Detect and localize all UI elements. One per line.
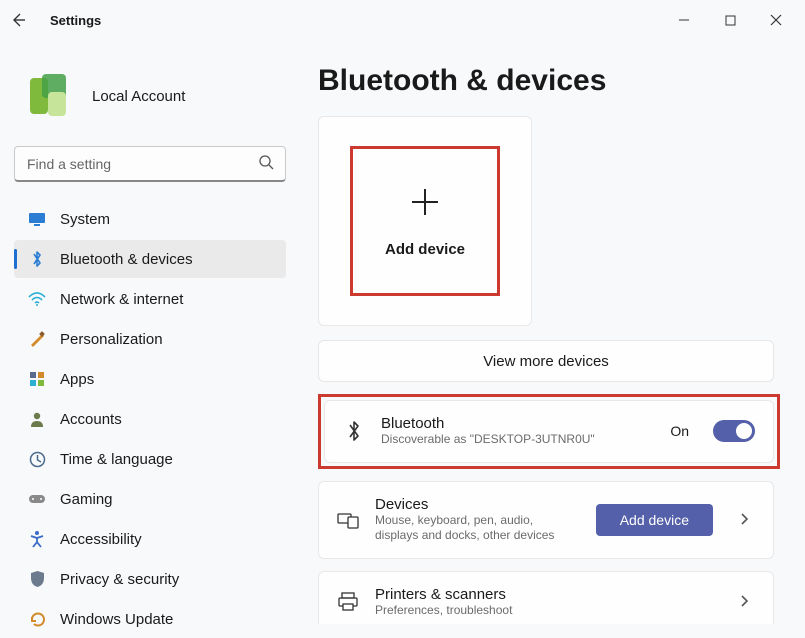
arrow-left-icon (10, 12, 26, 28)
window-title: Settings (50, 13, 101, 28)
bluetooth-subtitle: Discoverable as "DESKTOP-3UTNR0U" (381, 432, 601, 448)
nav-bluetooth-devices[interactable]: Bluetooth & devices (14, 240, 286, 278)
devices-subtitle: Mouse, keyboard, pen, audio, displays an… (375, 513, 580, 544)
nav-label: Network & internet (60, 291, 183, 308)
monitor-icon (28, 210, 46, 228)
add-device-button[interactable]: Add device (350, 146, 500, 296)
apps-icon (28, 370, 46, 388)
plus-icon (408, 185, 442, 227)
minimize-icon (678, 14, 690, 26)
back-button[interactable] (6, 8, 30, 32)
nav-accessibility[interactable]: Accessibility (14, 520, 286, 558)
minimize-button[interactable] (661, 5, 707, 35)
close-button[interactable] (753, 5, 799, 35)
sidebar: Local Account System Bluetooth & devices… (0, 40, 300, 624)
nav-list: System Bluetooth & devices Network & int… (14, 200, 286, 638)
wifi-icon (28, 290, 46, 308)
nav-label: Personalization (60, 331, 163, 348)
bluetooth-state-label: On (670, 423, 689, 439)
chevron-right-icon (739, 594, 755, 610)
paintbrush-icon (28, 330, 46, 348)
update-icon (28, 610, 46, 628)
nav-label: Accessibility (60, 531, 142, 548)
nav-label: Gaming (60, 491, 113, 508)
shield-icon (28, 570, 46, 588)
search-icon (258, 154, 276, 172)
printers-title: Printers & scanners (375, 586, 723, 603)
nav-network[interactable]: Network & internet (14, 280, 286, 318)
person-icon (28, 410, 46, 428)
maximize-button[interactable] (707, 5, 753, 35)
maximize-icon (725, 15, 736, 26)
nav-label: Accounts (60, 411, 122, 428)
printers-subtitle: Preferences, troubleshoot (375, 603, 595, 619)
nav-accounts[interactable]: Accounts (14, 400, 286, 438)
nav-label: Time & language (60, 451, 173, 468)
nav-label: System (60, 211, 110, 228)
nav-windows-update[interactable]: Windows Update (14, 600, 286, 638)
nav-label: Privacy & security (60, 571, 179, 588)
bluetooth-toggle[interactable] (713, 420, 755, 442)
nav-time-language[interactable]: Time & language (14, 440, 286, 478)
search-input[interactable] (14, 146, 286, 182)
nav-label: Windows Update (60, 611, 173, 628)
search-container (14, 146, 286, 182)
bluetooth-card[interactable]: Bluetooth Discoverable as "DESKTOP-3UTNR… (324, 400, 774, 463)
devices-add-button[interactable]: Add device (596, 504, 713, 536)
add-device-tile: Add device (318, 116, 532, 326)
printer-icon (337, 591, 359, 613)
nav-label: Bluetooth & devices (60, 251, 193, 268)
bluetooth-title: Bluetooth (381, 415, 654, 432)
bluetooth-icon (28, 250, 46, 268)
clock-globe-icon (28, 450, 46, 468)
view-more-label: View more devices (483, 353, 609, 370)
avatar-logo-icon (20, 68, 76, 124)
devices-title: Devices (375, 496, 580, 513)
close-icon (770, 14, 782, 26)
view-more-devices-button[interactable]: View more devices (318, 340, 774, 382)
main-content: Bluetooth & devices Add device View more… (300, 40, 805, 624)
account-name: Local Account (92, 88, 185, 105)
titlebar: Settings (0, 0, 805, 40)
nav-personalization[interactable]: Personalization (14, 320, 286, 358)
nav-privacy-security[interactable]: Privacy & security (14, 560, 286, 598)
nav-system[interactable]: System (14, 200, 286, 238)
printers-card[interactable]: Printers & scanners Preferences, trouble… (318, 571, 774, 624)
devices-card[interactable]: Devices Mouse, keyboard, pen, audio, dis… (318, 481, 774, 559)
accessibility-icon (28, 530, 46, 548)
nav-label: Apps (60, 371, 94, 388)
bluetooth-icon (343, 420, 365, 442)
chevron-right-icon (739, 512, 755, 528)
profile-block[interactable]: Local Account (14, 68, 286, 124)
avatar (20, 68, 76, 124)
devices-icon (337, 509, 359, 531)
page-title: Bluetooth & devices (318, 64, 787, 98)
nav-apps[interactable]: Apps (14, 360, 286, 398)
bluetooth-card-highlight: Bluetooth Discoverable as "DESKTOP-3UTNR… (318, 394, 780, 469)
add-device-label: Add device (385, 241, 465, 258)
gamepad-icon (28, 490, 46, 508)
nav-gaming[interactable]: Gaming (14, 480, 286, 518)
